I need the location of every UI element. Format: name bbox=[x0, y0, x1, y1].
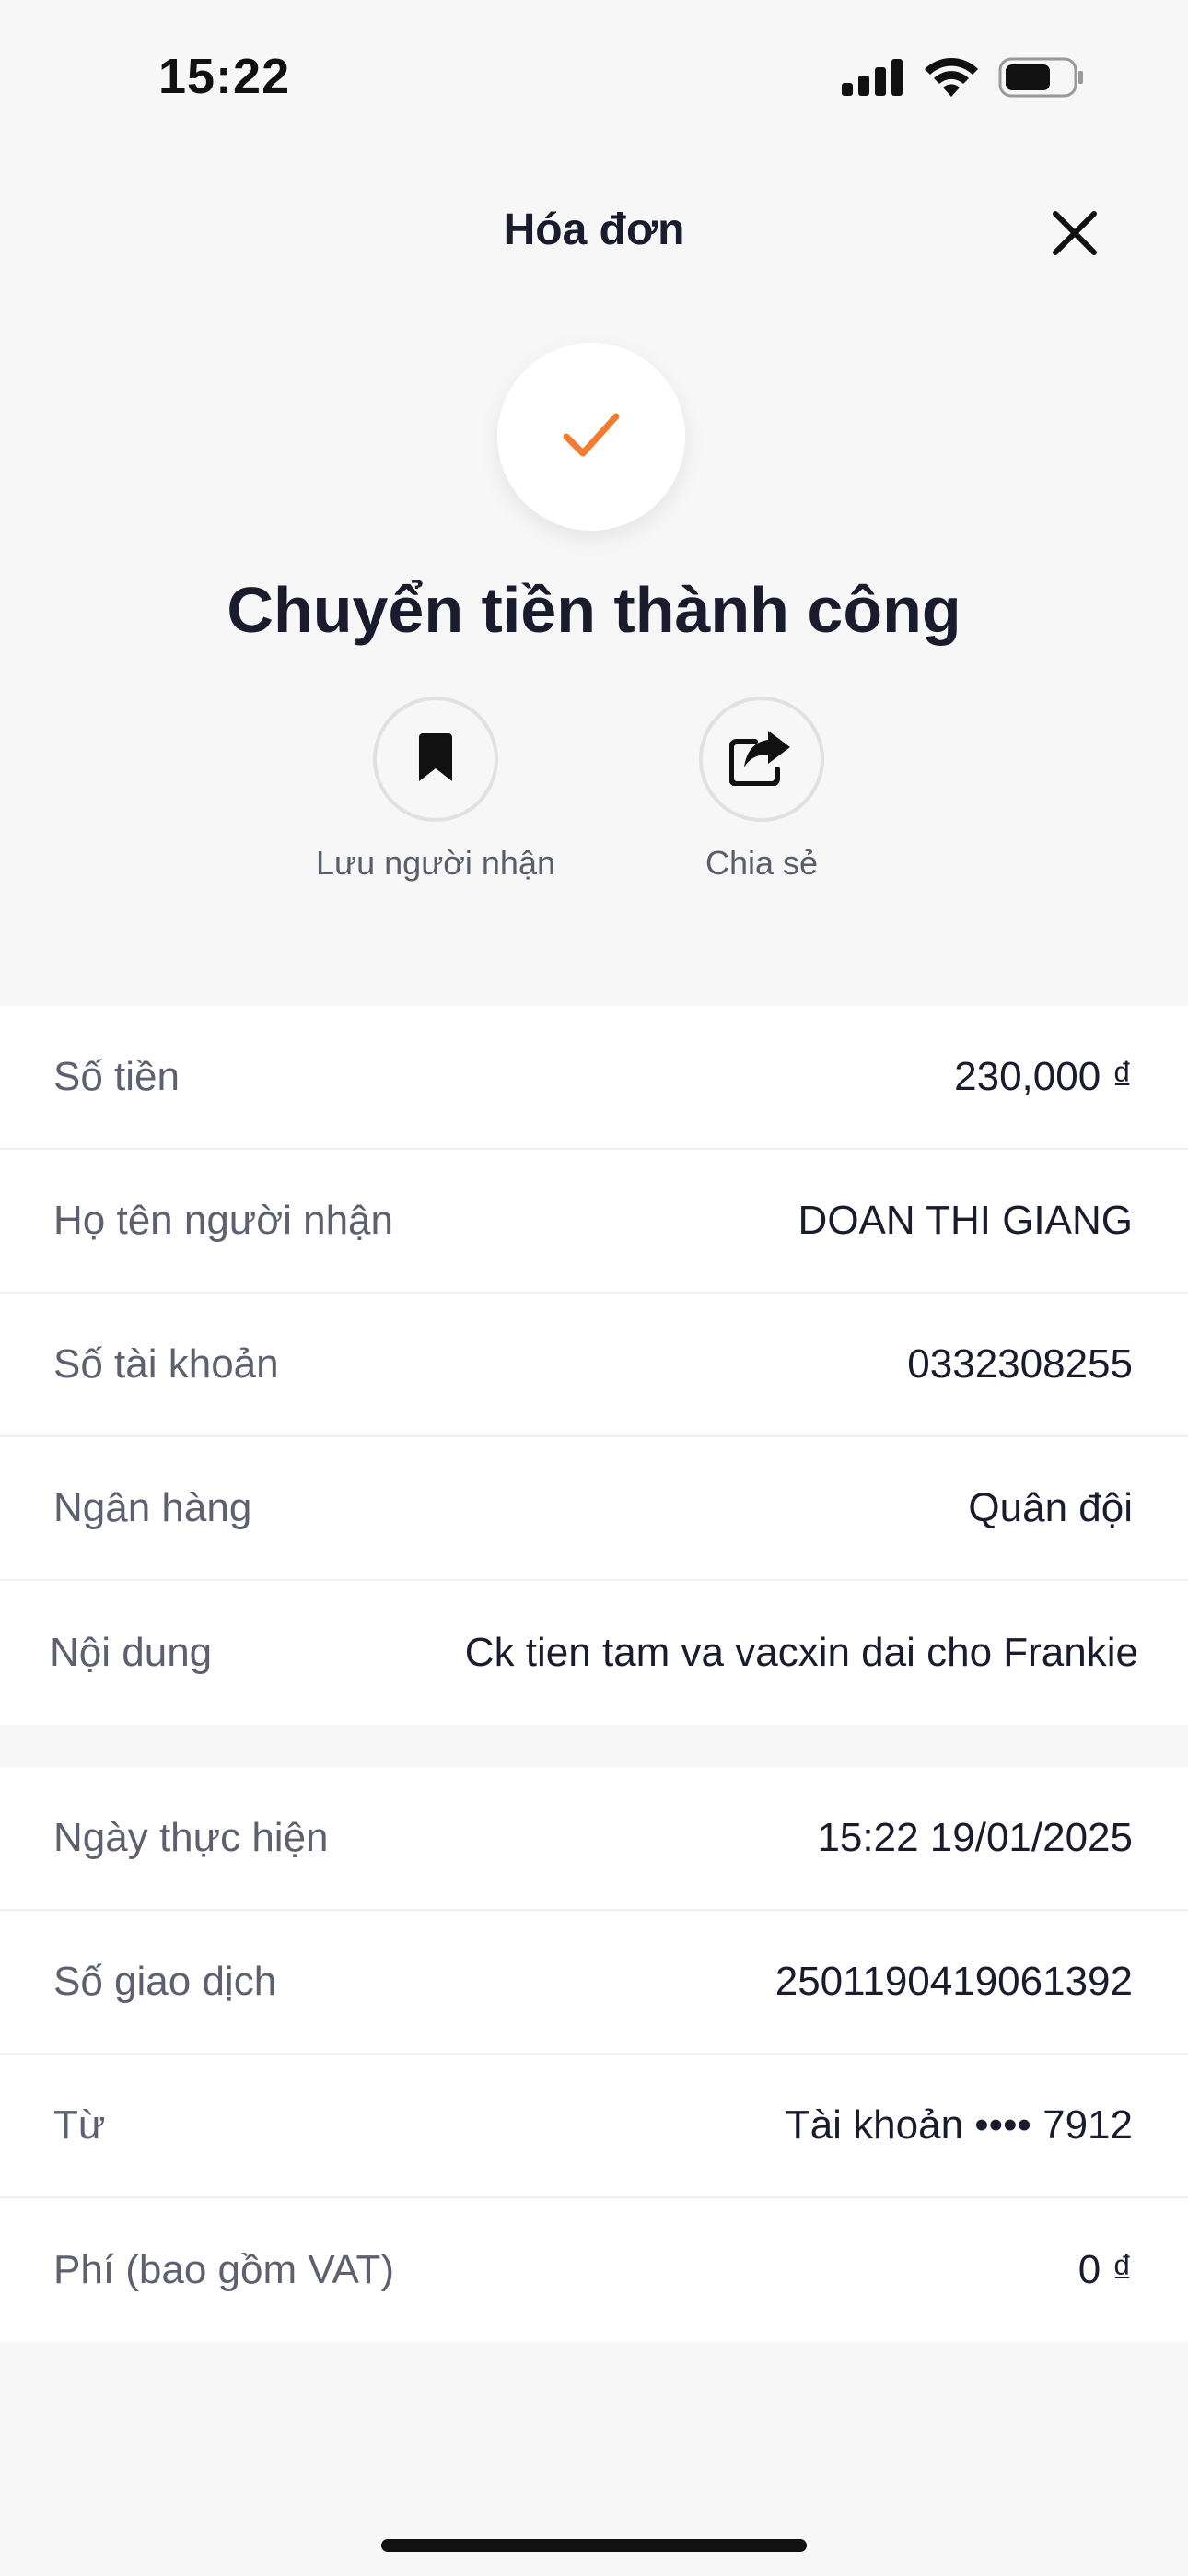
row-label: Từ bbox=[53, 2102, 106, 2148]
bookmark-icon bbox=[415, 732, 456, 788]
row-label: Số tiền bbox=[53, 1054, 180, 1099]
signal-icon bbox=[842, 59, 904, 100]
row-value: Quân đội bbox=[968, 1485, 1133, 1530]
row-label: Họ tên người nhận bbox=[53, 1198, 393, 1243]
row-value: 2501190419061392 bbox=[775, 1959, 1133, 2004]
battery-icon bbox=[998, 57, 1085, 102]
row-value: 230,000 ₫ bbox=[954, 1054, 1133, 1099]
row-value: DOAN THI GIANG bbox=[798, 1198, 1133, 1243]
row-value: 0332308255 bbox=[907, 1341, 1133, 1387]
row-value: Ck tien tam va vacxin dai cho Frankie bbox=[464, 1630, 1138, 1675]
row-label: Nội dung bbox=[50, 1630, 213, 1675]
header: Hóa đơn bbox=[0, 184, 1188, 286]
check-icon bbox=[561, 409, 622, 465]
save-recipient-label: Lưu người nhận bbox=[316, 844, 555, 882]
save-recipient-icon-wrap[interactable] bbox=[373, 697, 498, 822]
detail-row-transaction-id: Số giao dịch 2501190419061392 bbox=[0, 1911, 1188, 2055]
row-label: Ngày thực hiện bbox=[53, 1815, 329, 1860]
save-recipient-button[interactable]: Lưu người nhận bbox=[288, 697, 583, 883]
transaction-info-card: Ngày thực hiện 15:22 19/01/2025 Số giao … bbox=[0, 1767, 1188, 2342]
detail-row-date: Ngày thực hiện 15:22 19/01/2025 bbox=[0, 1767, 1188, 1911]
share-icon-wrap[interactable] bbox=[699, 697, 824, 822]
detail-row-bank: Ngân hàng Quân đội bbox=[0, 1437, 1188, 1581]
detail-row-recipient-name: Họ tên người nhận DOAN THI GIANG bbox=[0, 1150, 1188, 1294]
close-icon bbox=[1050, 208, 1100, 263]
success-title: Chuyển tiền thành công bbox=[227, 574, 961, 646]
row-label: Số giao dịch bbox=[53, 1959, 277, 2004]
row-value: Tài khoản •••• 7912 bbox=[785, 2102, 1133, 2148]
detail-row-fee: Phí (bao gồm VAT) 0 ₫ bbox=[0, 2198, 1188, 2342]
home-indicator[interactable] bbox=[381, 2539, 807, 2552]
detail-row-source-account: Từ Tài khoản •••• 7912 bbox=[0, 2055, 1188, 2198]
detail-row-account-number: Số tài khoản 0332308255 bbox=[0, 1294, 1188, 1437]
status-time: 15:22 bbox=[158, 49, 291, 104]
detail-row-content: Nội dung Ck tien tam va vacxin dai cho F… bbox=[0, 1581, 1188, 1725]
row-label: Ngân hàng bbox=[53, 1485, 252, 1530]
action-bar: Lưu người nhận Chia sẻ bbox=[0, 697, 1188, 908]
share-icon bbox=[728, 729, 794, 790]
row-value: 0 ₫ bbox=[1077, 2247, 1133, 2292]
row-label: Số tài khoản bbox=[53, 1341, 279, 1387]
row-value: 15:22 19/01/2025 bbox=[817, 1815, 1133, 1860]
transfer-details-card: Số tiền 230,000 ₫ Họ tên người nhận DOAN… bbox=[0, 1006, 1188, 1725]
close-button[interactable] bbox=[1042, 203, 1107, 267]
detail-row-amount: Số tiền 230,000 ₫ bbox=[0, 1006, 1188, 1150]
page-title: Hóa đơn bbox=[503, 205, 685, 254]
wifi-icon bbox=[925, 57, 978, 101]
share-label: Chia sẻ bbox=[705, 844, 819, 882]
status-icons bbox=[842, 57, 1085, 102]
success-badge bbox=[497, 343, 685, 531]
status-bar: 15:22 bbox=[0, 0, 1188, 157]
share-button[interactable]: Chia sẻ bbox=[614, 697, 909, 883]
row-label: Phí (bao gồm VAT) bbox=[53, 2247, 395, 2292]
